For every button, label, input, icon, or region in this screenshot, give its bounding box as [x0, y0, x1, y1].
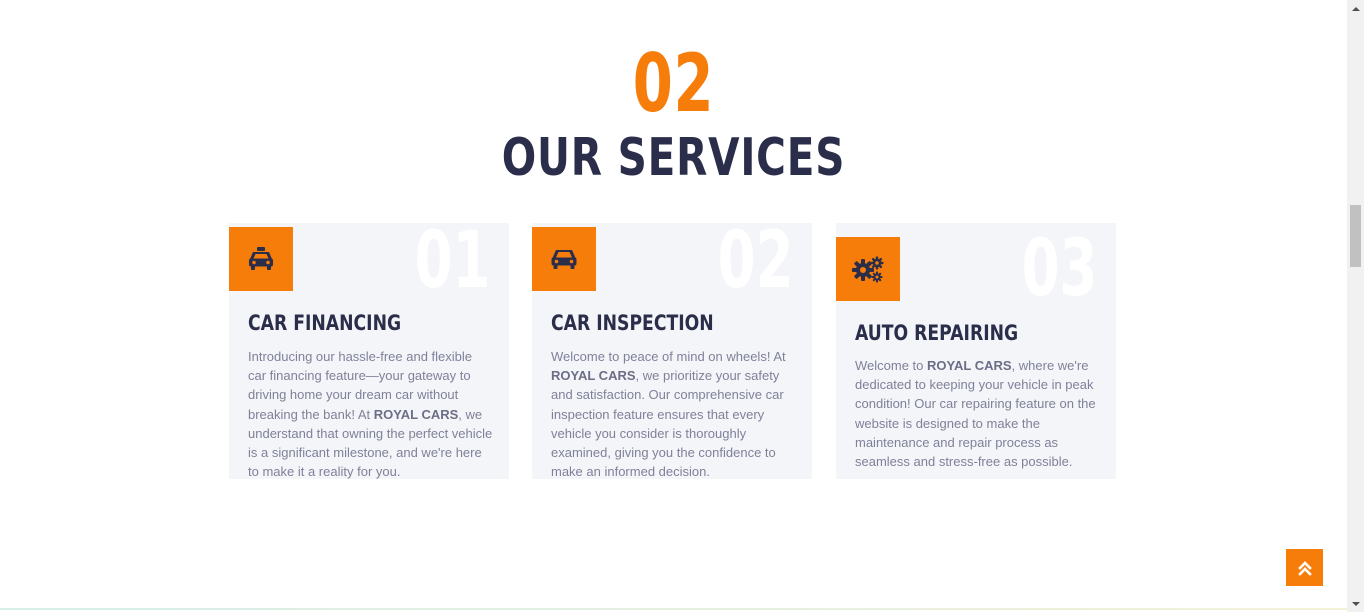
- back-to-top-button[interactable]: [1286, 549, 1323, 586]
- footer-divider: [0, 608, 1347, 610]
- section-number: 02: [632, 37, 715, 130]
- card-title: AUTO REPAIRING: [855, 321, 1019, 345]
- scroll-down-arrow-icon[interactable]: [1347, 595, 1364, 612]
- taxi-icon: [229, 227, 293, 291]
- card-number: 01: [415, 223, 491, 306]
- brand-name: ROYAL CARS: [927, 358, 1012, 373]
- card-title: CAR INSPECTION: [551, 311, 714, 335]
- scroll-up-arrow-icon[interactable]: [1347, 0, 1364, 17]
- brand-name: ROYAL CARS: [373, 406, 459, 422]
- double-chevron-up-icon: [1297, 560, 1312, 576]
- service-card-car-inspection: 02 CAR INSPECTION Welcome to peace of mi…: [532, 223, 812, 479]
- card-description: Welcome to peace of mind on wheels! At R…: [551, 349, 786, 479]
- services-section: 02 OUR SERVICES 01 CAR FINANCING Introdu…: [0, 0, 1347, 612]
- service-card-car-financing: 01 CAR FINANCING Introducing our hassle-…: [229, 223, 509, 479]
- card-description: Introducing our hassle-free and flexible…: [248, 349, 493, 479]
- card-title: CAR FINANCING: [248, 311, 402, 335]
- card-description: Welcome to ROYAL CARS, where we're dedic…: [855, 358, 1096, 470]
- section-title: OUR SERVICES: [501, 128, 846, 188]
- brand-name: ROYAL CARS: [551, 368, 636, 384]
- service-card-auto-repairing: 03 AUTO REPAIRING Welcome to ROYAL CARS,…: [836, 223, 1116, 479]
- vertical-scrollbar[interactable]: [1347, 0, 1364, 612]
- cogs-icon: [836, 237, 900, 301]
- scrollbar-thumb[interactable]: [1350, 205, 1361, 267]
- card-number: 03: [1022, 224, 1098, 314]
- card-number: 02: [718, 223, 794, 306]
- car-icon: [532, 227, 596, 291]
